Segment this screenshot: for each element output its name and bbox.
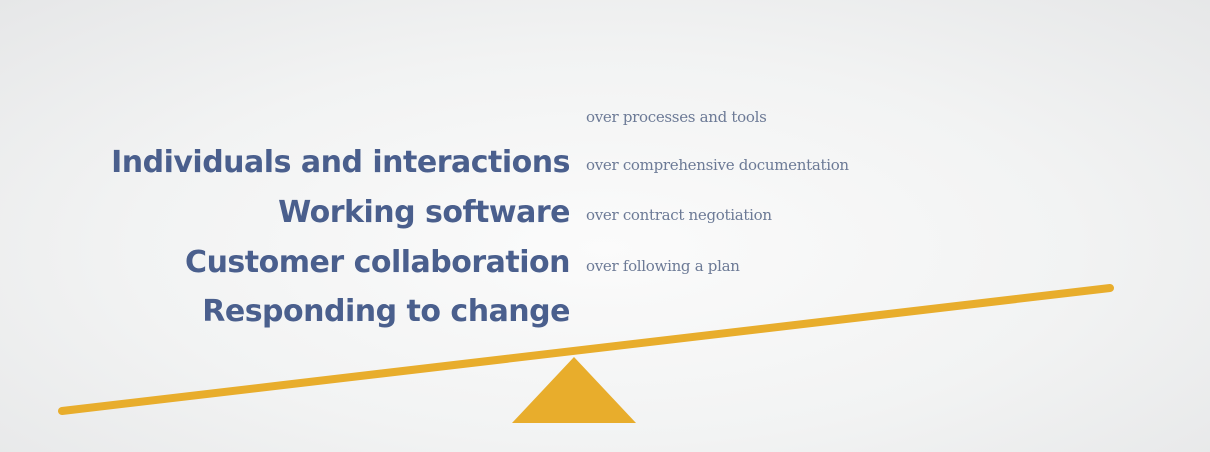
seesaw-fulcrum: [512, 357, 636, 423]
seesaw: [58, 284, 1114, 423]
agile-seesaw-diagram: Individuals and interactions Working sof…: [0, 0, 1210, 452]
